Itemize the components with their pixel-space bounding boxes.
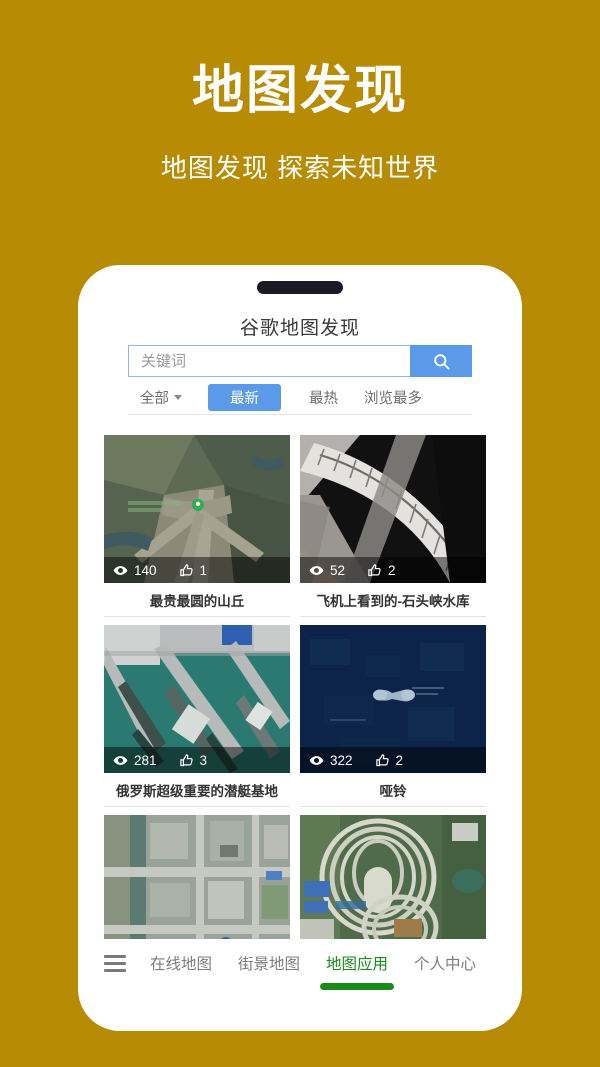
views-stat: 281 xyxy=(113,753,157,768)
hamburger-menu-icon[interactable] xyxy=(104,955,126,972)
card-thumbnail[interactable] xyxy=(104,815,290,947)
card-stats: 322 2 xyxy=(300,747,486,773)
filter-bar: 全部 最新 最热 浏览最多 xyxy=(128,387,472,415)
eye-icon xyxy=(309,753,324,768)
phone-mockup: 谷歌地图发现 全部 最新 最热 浏览最多 xyxy=(78,265,522,1031)
promo-header: 地图发现 地图发现 探索未知世界 xyxy=(0,0,600,265)
discovery-grid: 140 1 最贵最圆的山丘 xyxy=(104,435,496,947)
card-thumbnail[interactable]: 281 3 xyxy=(104,625,290,773)
nav-item-online-map[interactable]: 在线地图 xyxy=(150,952,212,974)
card-item[interactable]: 140 1 最贵最圆的山丘 xyxy=(104,435,290,617)
search-bar xyxy=(128,345,472,377)
card-title: 哑铃 xyxy=(300,773,486,807)
nav-item-street-view[interactable]: 街景地图 xyxy=(238,952,300,974)
eye-icon xyxy=(113,563,128,578)
likes-count: 2 xyxy=(396,753,404,768)
likes-stat: 2 xyxy=(375,753,404,768)
promo-title: 地图发现 xyxy=(192,62,408,122)
bottom-navigation: 在线地图 街景地图 地图应用 个人中心 xyxy=(78,939,522,987)
thumbs-up-icon xyxy=(179,563,194,578)
chevron-down-icon xyxy=(174,395,182,400)
search-icon xyxy=(432,352,451,371)
eye-icon xyxy=(113,753,128,768)
card-title: 飞机上看到的-石头峡水库 xyxy=(300,583,486,617)
card-thumbnail[interactable]: 322 2 xyxy=(300,625,486,773)
filter-most-viewed[interactable]: 浏览最多 xyxy=(364,387,422,408)
likes-stat: 2 xyxy=(367,563,396,578)
likes-stat: 3 xyxy=(179,753,208,768)
nav-item-map-apps-label: 地图应用 xyxy=(326,956,388,973)
satellite-race-track-image xyxy=(300,815,486,947)
app-title: 谷歌地图发现 xyxy=(78,313,522,340)
phone-speaker-notch xyxy=(257,281,343,294)
thumbs-up-icon xyxy=(367,563,382,578)
card-stats: 52 2 xyxy=(300,557,486,583)
views-count: 281 xyxy=(134,753,157,768)
card-item[interactable]: 322 2 哑铃 xyxy=(300,625,486,807)
card-thumbnail[interactable] xyxy=(300,815,486,947)
card-title: 最贵最圆的山丘 xyxy=(104,583,290,617)
nav-item-profile[interactable]: 个人中心 xyxy=(414,952,476,974)
nav-item-map-apps[interactable]: 地图应用 xyxy=(326,952,388,974)
likes-stat: 1 xyxy=(179,563,208,578)
likes-count: 2 xyxy=(388,563,396,578)
card-thumbnail[interactable]: 52 2 xyxy=(300,435,486,583)
card-title: 俄罗斯超级重要的潜艇基地 xyxy=(104,773,290,807)
filter-hottest[interactable]: 最热 xyxy=(309,387,338,408)
filter-all-label: 全部 xyxy=(140,387,169,408)
filter-newest[interactable]: 最新 xyxy=(208,384,281,411)
satellite-city-blocks-image xyxy=(104,815,290,947)
card-stats: 140 1 xyxy=(104,557,290,583)
nav-active-indicator xyxy=(320,983,394,990)
filter-all[interactable]: 全部 xyxy=(140,387,182,408)
card-item[interactable] xyxy=(104,815,290,947)
views-count: 140 xyxy=(134,563,157,578)
card-stats: 281 3 xyxy=(104,747,290,773)
thumbs-up-icon xyxy=(179,753,194,768)
search-input[interactable] xyxy=(128,345,410,377)
views-stat: 140 xyxy=(113,563,157,578)
promo-subtitle: 地图发现 探索未知世界 xyxy=(161,148,439,185)
views-stat: 52 xyxy=(309,563,345,578)
card-thumbnail[interactable]: 140 1 xyxy=(104,435,290,583)
likes-count: 1 xyxy=(200,563,208,578)
search-button[interactable] xyxy=(410,345,472,377)
views-count: 52 xyxy=(330,563,345,578)
views-count: 322 xyxy=(330,753,353,768)
views-stat: 322 xyxy=(309,753,353,768)
thumbs-up-icon xyxy=(375,753,390,768)
likes-count: 3 xyxy=(200,753,208,768)
card-item[interactable]: 281 3 俄罗斯超级重要的潜艇基地 xyxy=(104,625,290,807)
eye-icon xyxy=(309,563,324,578)
card-item[interactable] xyxy=(300,815,486,947)
card-item[interactable]: 52 2 飞机上看到的-石头峡水库 xyxy=(300,435,486,617)
